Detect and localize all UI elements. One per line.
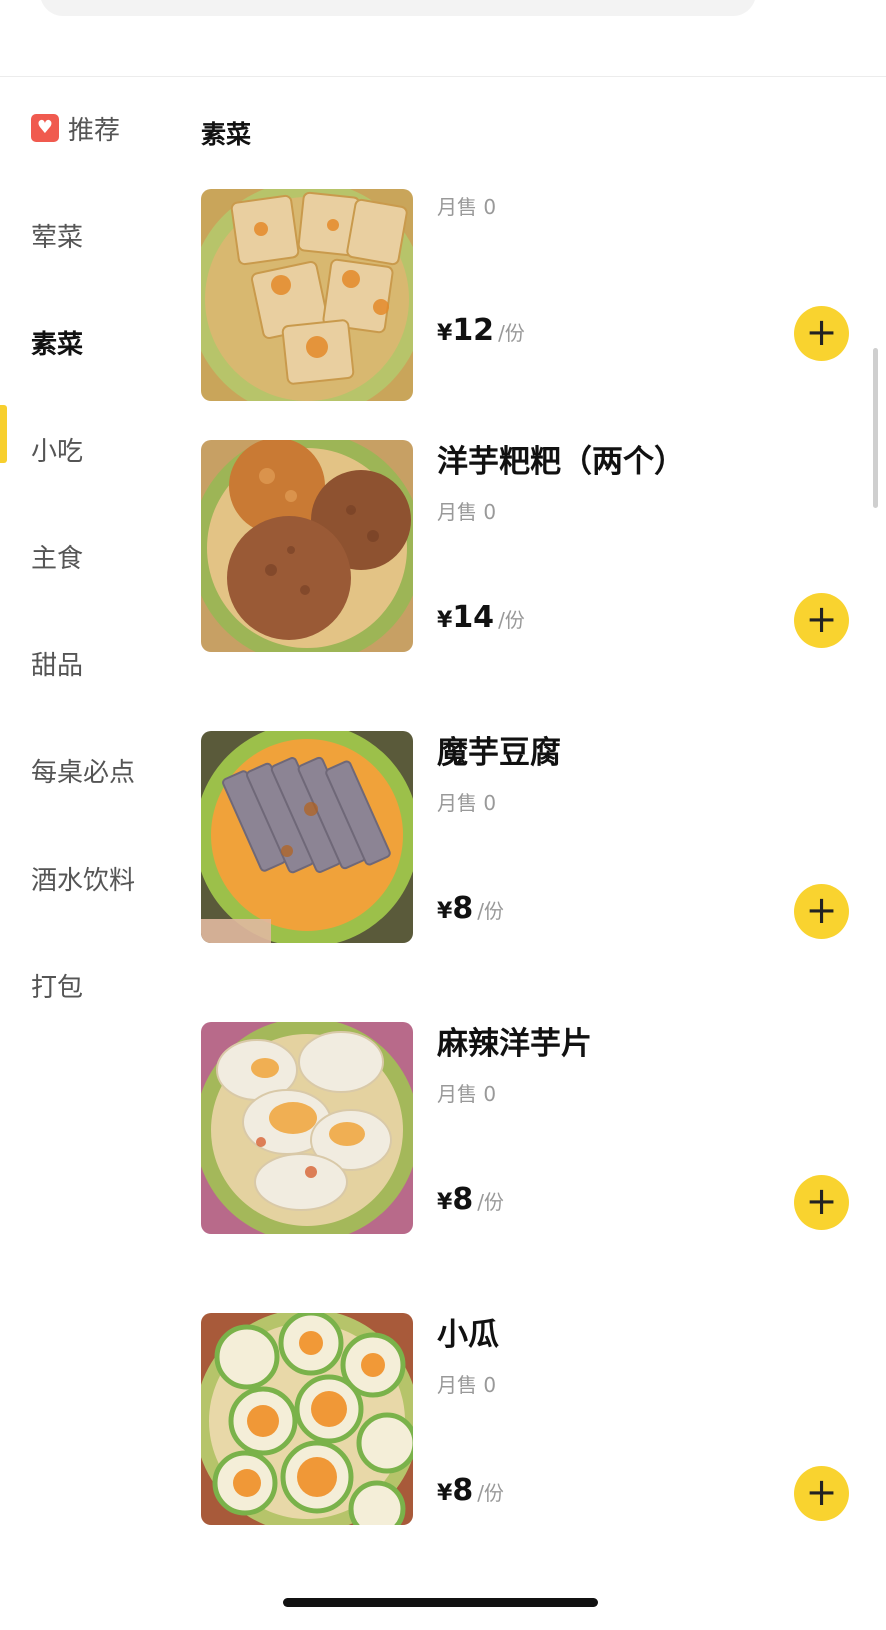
dish-image[interactable] [201, 1022, 413, 1234]
sidebar-item-label: 每桌必点 [31, 757, 136, 788]
home-indicator[interactable] [283, 1598, 598, 1607]
dish-image[interactable] [201, 440, 413, 652]
dish-price: ¥8/份 [437, 1473, 504, 1508]
sidebar-item-label: 荤菜 [31, 222, 84, 253]
sidebar-item-snacks[interactable]: 小吃 [0, 419, 180, 479]
add-to-cart-button[interactable]: + [794, 593, 849, 648]
dish-name: 洋芋粑粑（两个） [437, 444, 685, 480]
sidebar-item-label: 推荐 [68, 115, 121, 146]
plus-icon: + [805, 597, 838, 641]
dish-price: ¥12/份 [437, 313, 525, 348]
dish-name: 麻辣洋芋片 [437, 1026, 592, 1062]
price-unit: /份 [477, 1190, 504, 1214]
dish-monthly-sales: 月售 0 [437, 500, 497, 524]
price-currency: ¥ [437, 1190, 453, 1215]
sidebar-item-dessert[interactable]: 甜品 [0, 633, 180, 693]
dish-name: 魔芋豆腐 [437, 735, 561, 771]
sidebar-item-label: 主食 [31, 543, 84, 574]
price-unit: /份 [498, 608, 525, 632]
add-to-cart-button[interactable]: + [794, 306, 849, 361]
price-value: 12 [452, 313, 495, 348]
dish-card[interactable]: 小瓜 月售 0 ¥8/份 + [201, 1313, 861, 1528]
dish-image[interactable] [201, 1313, 413, 1525]
dish-card[interactable]: 月售 0 ¥12/份 + [201, 189, 861, 404]
plus-icon: + [805, 1179, 838, 1223]
price-currency: ¥ [437, 608, 453, 633]
sidebar-item-label: 甜品 [31, 650, 84, 681]
price-value: 8 [452, 891, 474, 926]
sidebar-item-label: 素菜 [31, 329, 84, 360]
dish-monthly-sales: 月售 0 [437, 791, 497, 815]
price-unit: /份 [477, 1481, 504, 1505]
price-currency: ¥ [437, 899, 453, 924]
price-currency: ¥ [437, 1481, 453, 1506]
category-title: 素菜 [201, 120, 252, 149]
search-bar[interactable] [40, 0, 756, 16]
sidebar-item-takeaway[interactable]: 打包 [0, 955, 180, 1015]
plus-icon: + [805, 888, 838, 932]
plus-icon: + [805, 310, 838, 354]
price-value: 8 [452, 1473, 474, 1508]
sidebar-item-must-order[interactable]: 每桌必点 [0, 740, 180, 800]
sidebar-item-meat[interactable]: 荤菜 [0, 205, 180, 265]
dish-price: ¥8/份 [437, 891, 504, 926]
sidebar-item-staple[interactable]: 主食 [0, 526, 180, 586]
dish-price: ¥14/份 [437, 600, 525, 635]
sidebar-item-label: 打包 [31, 972, 84, 1003]
price-value: 14 [452, 600, 495, 635]
add-to-cart-button[interactable]: + [794, 1175, 849, 1230]
sidebar-item-recommend[interactable]: ♥ 推荐 [0, 98, 180, 158]
add-to-cart-button[interactable]: + [794, 1466, 849, 1521]
price-unit: /份 [498, 321, 525, 345]
dish-monthly-sales: 月售 0 [437, 195, 497, 219]
dish-name: 小瓜 [437, 1317, 499, 1353]
heart-icon: ♥ [31, 114, 59, 142]
sidebar-item-vegetable[interactable]: 素菜 [0, 312, 180, 372]
category-sidebar: ♥ 推荐 荤菜 素菜 小吃 主食 甜品 每桌必点 酒水饮料 打包 [0, 77, 180, 1630]
dish-card[interactable]: 魔芋豆腐 月售 0 ¥8/份 + [201, 731, 861, 946]
price-currency: ¥ [437, 321, 453, 346]
dish-card[interactable]: 洋芋粑粑（两个） 月售 0 ¥14/份 + [201, 440, 861, 655]
dish-price: ¥8/份 [437, 1182, 504, 1217]
price-value: 8 [452, 1182, 474, 1217]
sidebar-item-label: 酒水饮料 [31, 865, 136, 896]
price-unit: /份 [477, 899, 504, 923]
dish-card[interactable]: 麻辣洋芋片 月售 0 ¥8/份 + [201, 1022, 861, 1237]
add-to-cart-button[interactable]: + [794, 884, 849, 939]
scrollbar[interactable] [873, 348, 878, 508]
dish-image[interactable] [201, 189, 413, 401]
dish-monthly-sales: 月售 0 [437, 1082, 497, 1106]
sidebar-item-label: 小吃 [31, 436, 84, 467]
dish-image[interactable] [201, 731, 413, 943]
plus-icon: + [805, 1470, 838, 1514]
sidebar-item-drinks[interactable]: 酒水饮料 [0, 848, 180, 908]
dish-monthly-sales: 月售 0 [437, 1373, 497, 1397]
